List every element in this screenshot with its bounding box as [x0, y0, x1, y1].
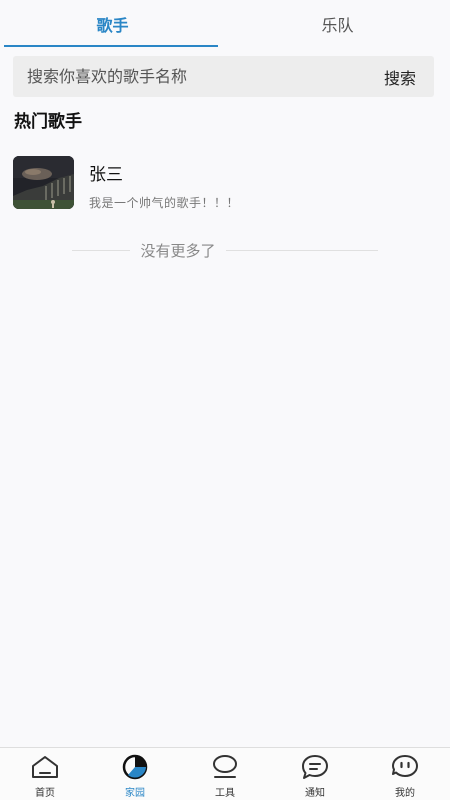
search-input[interactable] [27, 67, 357, 86]
search-bar: 搜索 [13, 56, 434, 97]
message-icon [299, 753, 331, 781]
nav-tools-label: 工具 [215, 788, 235, 799]
active-tab-indicator [4, 45, 218, 47]
singer-info: 张三 我是一个帅气的歌手！！！ [89, 156, 239, 211]
tools-icon [209, 753, 241, 781]
section-title: 热门歌手 [14, 112, 82, 132]
tab-singers-label: 歌手 [96, 16, 129, 35]
list-item[interactable]: 张三 我是一个帅气的歌手！！！ [13, 156, 437, 212]
divider-right [225, 249, 378, 251]
divider-left [72, 249, 131, 251]
pie-chart-icon [119, 753, 151, 781]
tab-singers[interactable]: 歌手 [0, 0, 225, 48]
list-end-text: 没有更多了 [140, 241, 216, 260]
bottom-nav: 首页 家园 工具 通知 我的 [0, 747, 450, 800]
nav-mine[interactable]: 我的 [360, 748, 450, 800]
singer-description: 我是一个帅气的歌手！！！ [89, 196, 240, 210]
home-icon [29, 753, 61, 781]
nav-homeland-label: 家园 [125, 788, 145, 799]
avatar [13, 156, 74, 209]
nav-tools[interactable]: 工具 [180, 748, 270, 800]
singer-name: 张三 [89, 165, 123, 185]
nav-homeland[interactable]: 家园 [90, 748, 180, 800]
list-end: 没有更多了 [0, 240, 450, 260]
top-tabs: 歌手 乐队 [0, 0, 450, 48]
nav-mine-label: 我的 [395, 788, 415, 799]
singer-page: 歌手 乐队 搜索 热门歌手 [0, 0, 450, 800]
nav-notifications-label: 通知 [305, 788, 325, 799]
nav-notifications[interactable]: 通知 [270, 748, 360, 800]
nav-home[interactable]: 首页 [0, 748, 90, 800]
nav-home-label: 首页 [35, 788, 55, 799]
smiley-icon [389, 753, 421, 781]
search-button[interactable]: 搜索 [384, 65, 416, 89]
tab-bands[interactable]: 乐队 [225, 0, 450, 48]
tab-bands-label: 乐队 [321, 16, 354, 35]
